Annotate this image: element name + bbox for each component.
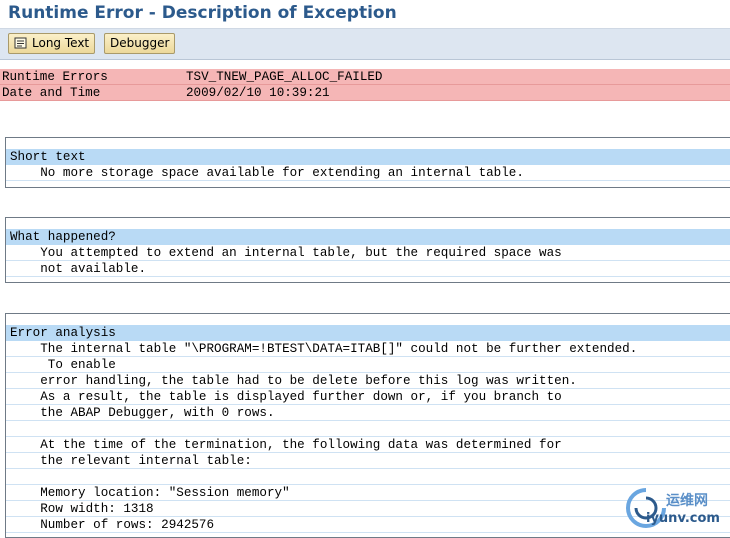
- error-analysis-line: the relevant internal table:: [6, 453, 730, 469]
- watermark: 运维网 iyunv.com: [616, 478, 730, 533]
- what-happened-heading-bar: What happened?: [6, 229, 730, 245]
- long-text-button[interactable]: Long Text: [8, 33, 96, 54]
- error-analysis-line: To enable: [6, 357, 730, 373]
- error-analysis-line: [6, 421, 730, 437]
- watermark-url: iyunv.com: [646, 511, 720, 526]
- debugger-label: Debugger: [110, 36, 170, 50]
- date-time-label: Date and Time: [2, 86, 101, 100]
- what-happened-line: You attempted to extend an internal tabl…: [6, 245, 730, 261]
- date-time-value: 2009/02/10 10:39:21: [186, 86, 330, 100]
- application-toolbar: Long Text Debugger: [0, 29, 730, 60]
- runtime-errors-value: TSV_TNEW_PAGE_ALLOC_FAILED: [186, 70, 383, 84]
- runtime-errors-label: Runtime Errors: [2, 70, 108, 84]
- long-text-icon: [14, 37, 27, 49]
- error-analysis-line: As a result, the table is displayed furt…: [6, 389, 730, 405]
- short-text-line: No more storage space available for exte…: [6, 165, 730, 181]
- error-analysis-line: The internal table "\PROGRAM=!BTEST\DATA…: [6, 341, 730, 357]
- error-analysis-heading: Error analysis: [10, 326, 116, 340]
- error-analysis-line: At the time of the termination, the foll…: [6, 437, 730, 453]
- title-bar: Runtime Error - Description of Exception: [0, 0, 730, 29]
- what-happened-line: not available.: [6, 261, 730, 277]
- short-text-heading: Short text: [10, 150, 86, 164]
- what-happened-heading: What happened?: [10, 230, 116, 244]
- short-text-section: Short text No more storage space availab…: [5, 137, 730, 188]
- window-title: Runtime Error - Description of Exception: [8, 3, 397, 23]
- debugger-button[interactable]: Debugger: [104, 33, 176, 54]
- what-happened-section: What happened? You attempted to extend a…: [5, 217, 730, 283]
- error-analysis-line: the ABAP Debugger, with 0 rows.: [6, 405, 730, 421]
- short-text-heading-bar: Short text: [6, 149, 730, 165]
- date-time-row: Date and Time 2009/02/10 10:39:21: [0, 85, 730, 101]
- long-text-label: Long Text: [32, 36, 90, 50]
- error-analysis-line: error handling, the table had to be dele…: [6, 373, 730, 389]
- runtime-errors-row: Runtime Errors TSV_TNEW_PAGE_ALLOC_FAILE…: [0, 69, 730, 85]
- error-analysis-heading-bar: Error analysis: [6, 325, 730, 341]
- watermark-brand: 运维网: [666, 493, 708, 509]
